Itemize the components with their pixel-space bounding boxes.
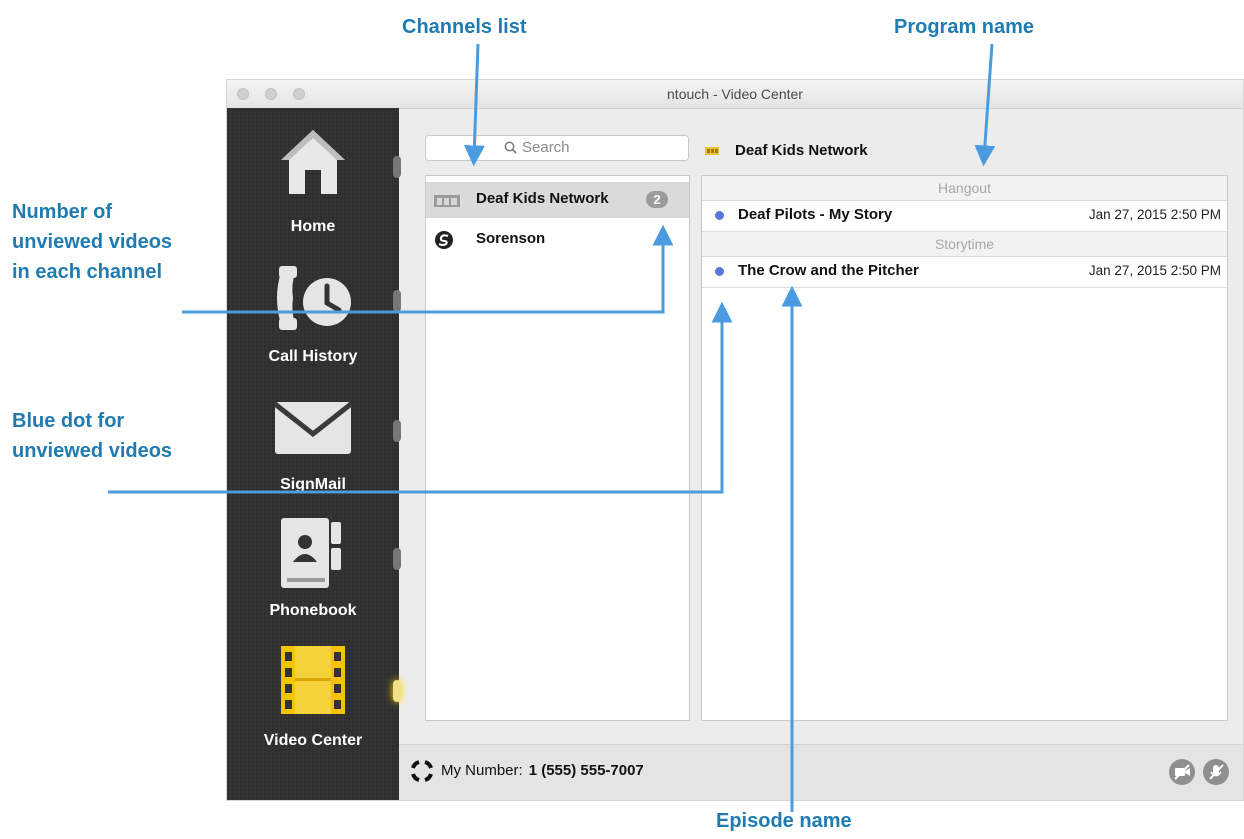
episode-row[interactable]: Deaf Pilots - My Story Jan 27, 2015 2:50… bbox=[702, 201, 1227, 232]
nav-indicator bbox=[393, 548, 401, 570]
sidebar-item-call-history[interactable]: Call History bbox=[227, 238, 401, 368]
episode-row[interactable]: The Crow and the Pitcher Jan 27, 2015 2:… bbox=[702, 257, 1227, 288]
window-title: ntouch - Video Center bbox=[667, 86, 803, 102]
sidebar-item-signmail[interactable]: SignMail bbox=[227, 368, 401, 496]
phonebook-icon bbox=[281, 518, 341, 588]
sidebar-item-label: Call History bbox=[268, 348, 358, 365]
my-number: My Number: 1 (555) 555-7007 bbox=[441, 762, 644, 779]
home-icon bbox=[281, 130, 345, 194]
sidebar-item-label: SignMail bbox=[280, 476, 346, 493]
my-number-value: 1 (555) 555-7007 bbox=[528, 762, 644, 779]
sidebar-item-video-center[interactable]: Video Center bbox=[227, 624, 401, 754]
signmail-icon bbox=[273, 402, 353, 454]
callout-program-name: Program name bbox=[894, 16, 1035, 38]
status-bar: My Number: 1 (555) 555-7007 bbox=[399, 744, 1243, 800]
section-header: Hangout bbox=[702, 176, 1227, 201]
unviewed-count-badge: 2 bbox=[646, 191, 668, 208]
nav-indicator bbox=[393, 156, 401, 178]
search-placeholder: Search bbox=[504, 139, 570, 156]
channel-item-deaf-kids-network[interactable]: Deaf Kids Network 2 bbox=[426, 182, 689, 218]
sidebar-item-label: Phonebook bbox=[269, 602, 357, 619]
program-logo-icon bbox=[705, 147, 719, 155]
sidebar-item-home[interactable]: Home bbox=[227, 108, 401, 238]
mute-button[interactable] bbox=[1203, 759, 1229, 785]
sidebar: Home Call History SignMail Phonebook Vid… bbox=[227, 108, 401, 800]
call-history-icon bbox=[277, 266, 351, 330]
sidebar-item-label: Home bbox=[290, 218, 336, 235]
section-header: Storytime bbox=[702, 232, 1227, 257]
video-off-icon bbox=[1174, 764, 1190, 780]
channel-name: Sorenson bbox=[476, 230, 546, 247]
program-title: Deaf Kids Network bbox=[735, 142, 868, 159]
channels-list: Deaf Kids Network 2 Sorenson bbox=[425, 175, 690, 721]
episodes-list: Hangout Deaf Pilots - My Story Jan 27, 2… bbox=[701, 175, 1228, 721]
episode-date: Jan 27, 2015 2:50 PM bbox=[1088, 263, 1221, 278]
search-input[interactable]: Search bbox=[425, 135, 689, 161]
mute-icon bbox=[1209, 764, 1224, 780]
channel-item-sorenson[interactable]: Sorenson bbox=[426, 224, 689, 260]
app-window: ntouch - Video Center Home Call History bbox=[226, 79, 1244, 801]
title-bar: ntouch - Video Center bbox=[227, 80, 1243, 109]
nav-indicator bbox=[393, 290, 401, 312]
unviewed-dot-icon bbox=[715, 267, 724, 276]
episode-title: The Crow and the Pitcher bbox=[738, 262, 919, 279]
callout-episode-name: Episode name bbox=[716, 810, 852, 832]
episode-title: Deaf Pilots - My Story bbox=[738, 206, 893, 223]
connection-status-icon bbox=[411, 760, 433, 782]
video-center-icon bbox=[281, 646, 345, 714]
dkn-logo-icon bbox=[434, 195, 460, 207]
sorenson-logo-icon bbox=[435, 231, 453, 249]
channel-name: Deaf Kids Network bbox=[476, 190, 609, 207]
nav-indicator-active bbox=[393, 680, 401, 702]
episode-date: Jan 27, 2015 2:50 PM bbox=[1088, 207, 1221, 222]
sidebar-item-phonebook[interactable]: Phonebook bbox=[227, 496, 401, 624]
callout-unviewed-count: Number of unviewed videos in each channe… bbox=[12, 201, 173, 283]
callout-blue-dot: Blue dot for unviewed videos bbox=[12, 410, 173, 462]
search-icon bbox=[504, 141, 517, 154]
nav-indicator bbox=[393, 420, 401, 442]
search-placeholder-text: Search bbox=[522, 139, 570, 156]
video-privacy-button[interactable] bbox=[1169, 759, 1195, 785]
unviewed-dot-icon bbox=[715, 211, 724, 220]
sidebar-item-label: Video Center bbox=[263, 732, 363, 749]
callout-channels-list: Channels list bbox=[402, 16, 527, 38]
my-number-label: My Number: bbox=[441, 762, 523, 779]
